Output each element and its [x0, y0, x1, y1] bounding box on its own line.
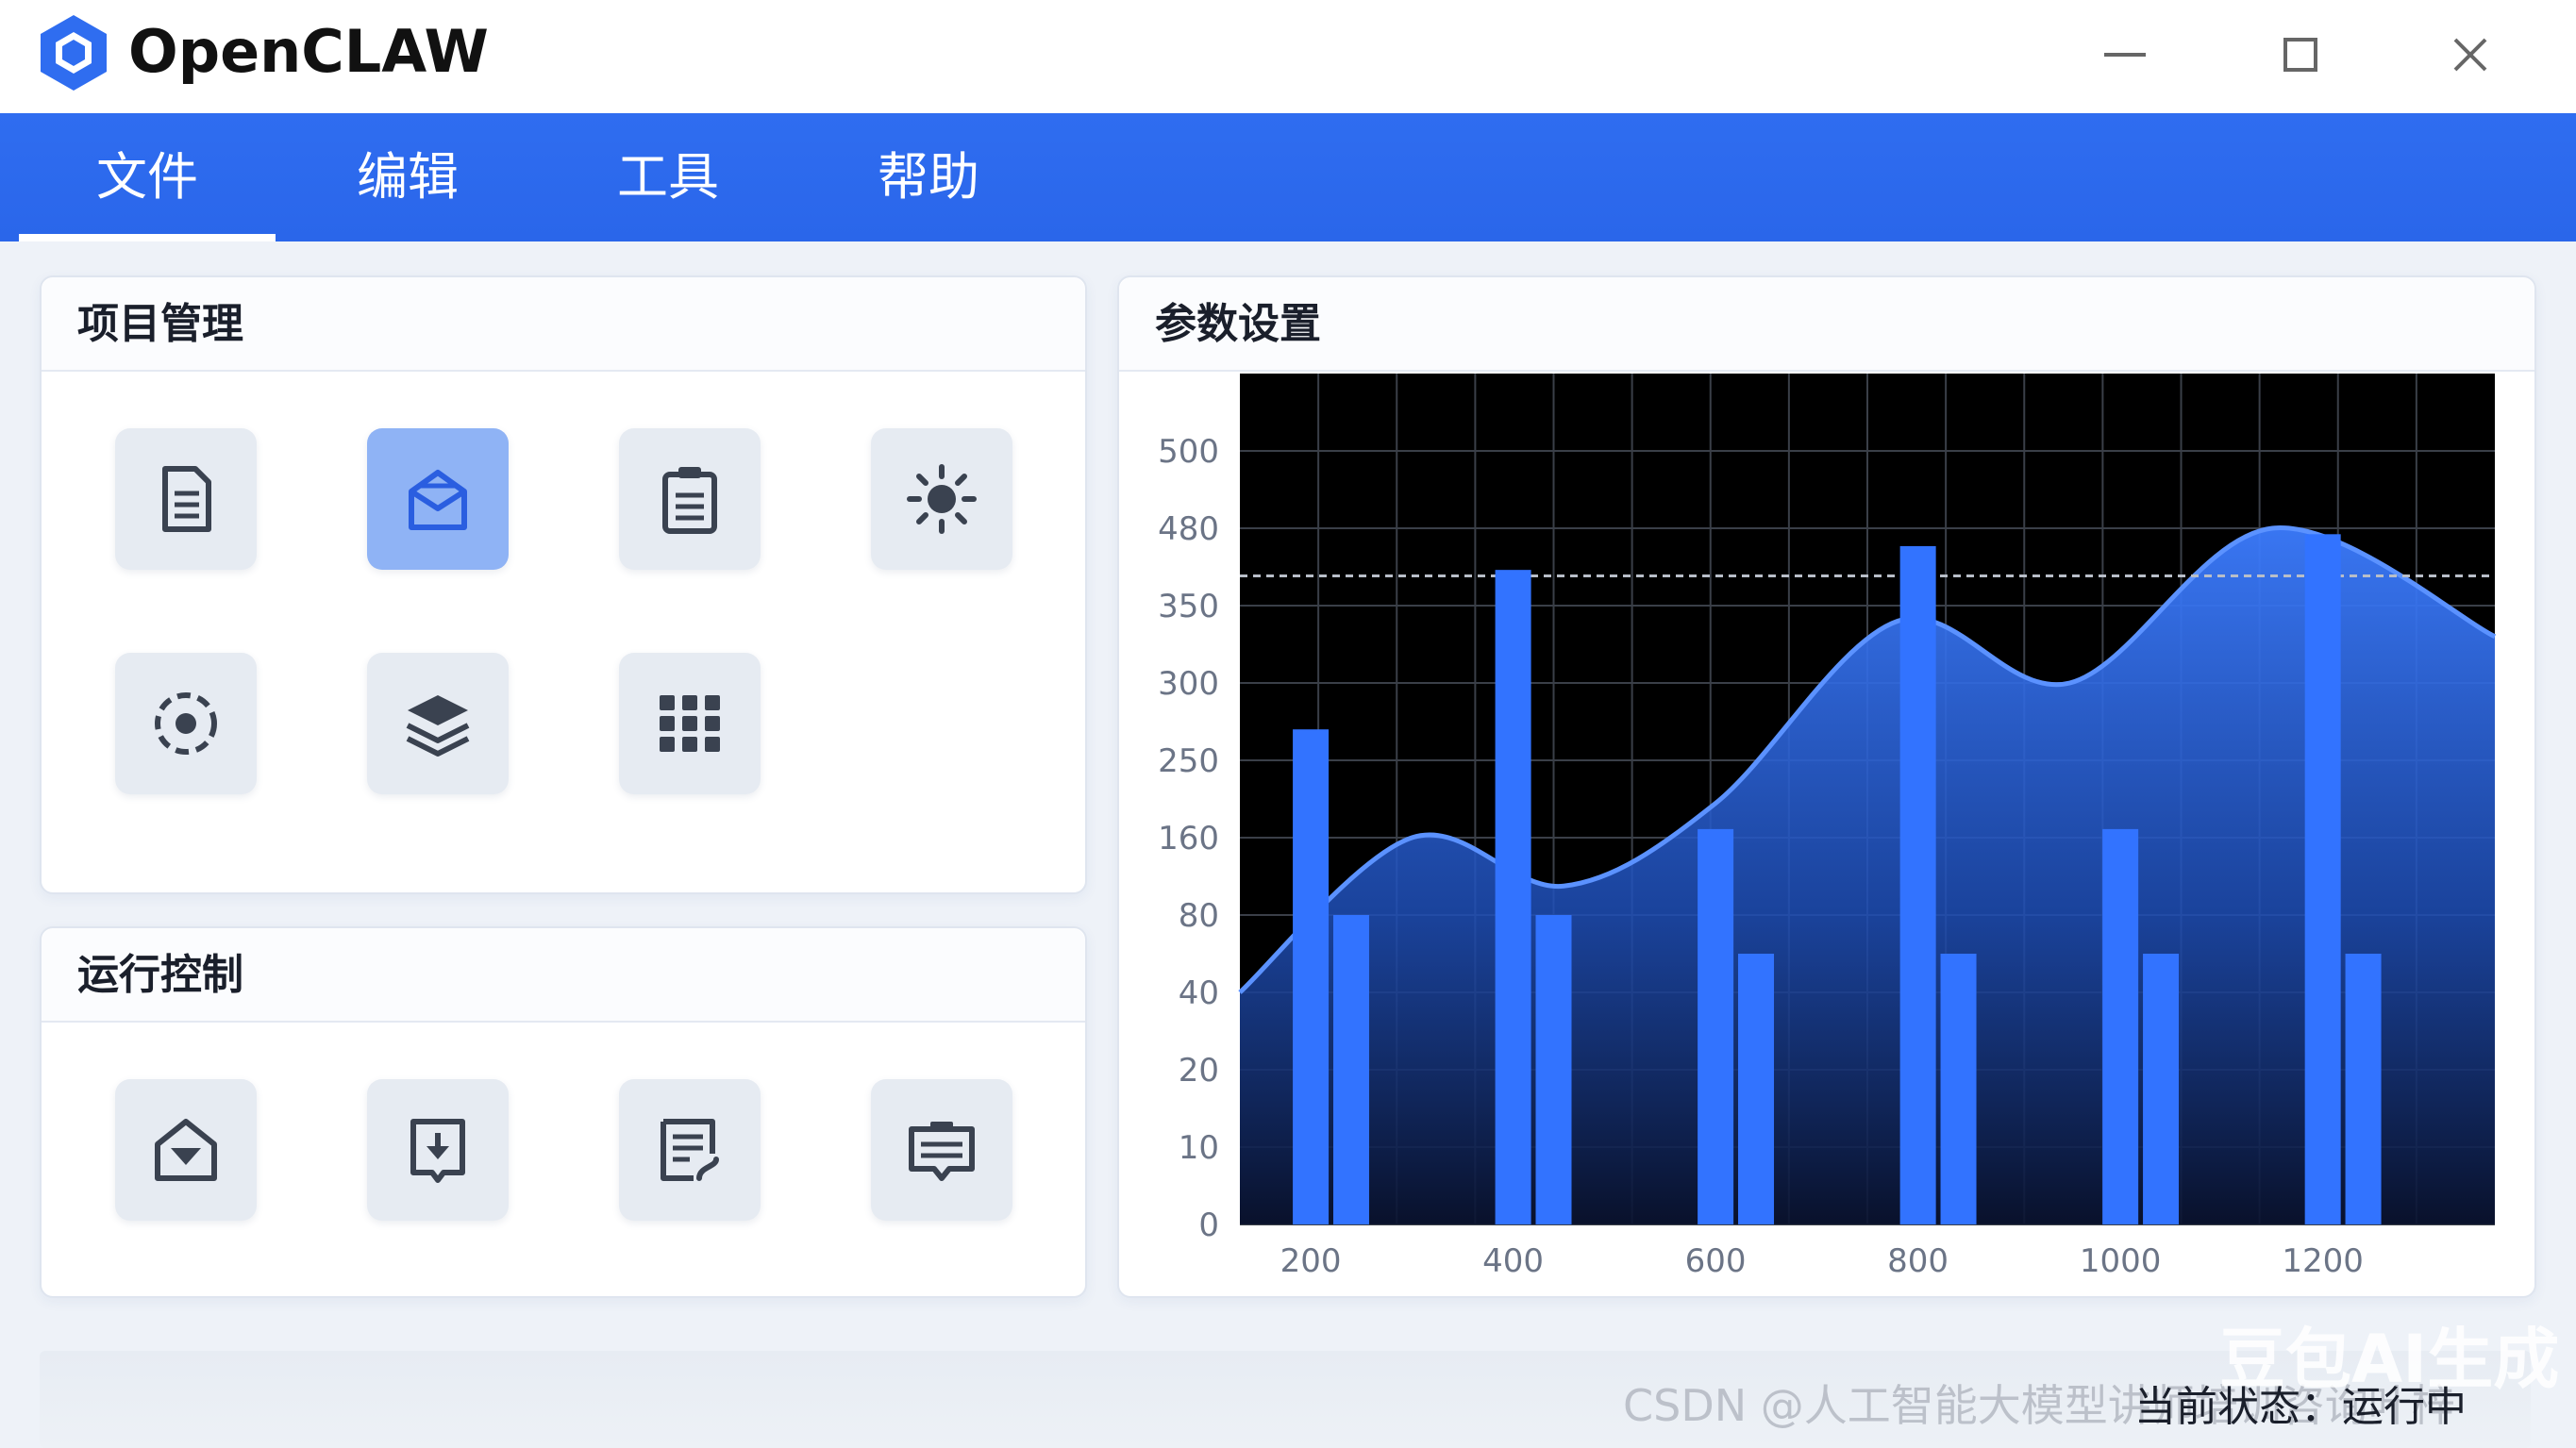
grid-tile[interactable] — [619, 653, 761, 794]
grid-icon — [660, 695, 720, 752]
clipboard-icon — [662, 467, 717, 534]
y-tick-label: 250 — [1158, 742, 1219, 780]
menu-bar: 文件 编辑 工具 帮助 — [0, 113, 2576, 241]
y-tick-label: 480 — [1158, 510, 1219, 548]
y-tick-label: 0 — [1198, 1207, 1219, 1244]
run-panel-header: 运行控制 — [42, 928, 1085, 1023]
y-tick-label: 500 — [1158, 433, 1219, 471]
y-tick-label: 20 — [1179, 1052, 1219, 1090]
x-tick-label: 200 — [1280, 1242, 1342, 1280]
bar — [1738, 954, 1775, 1224]
import-tile[interactable] — [367, 1079, 509, 1221]
home-download-icon — [155, 1119, 217, 1181]
bar — [2143, 954, 2180, 1224]
document-tile[interactable] — [115, 428, 257, 570]
parameter-chart: 500 480 350 300 250 160 80 40 20 10 0 200 400 600 800 1… — [1158, 374, 2497, 1280]
bar — [2304, 534, 2341, 1224]
bar — [2102, 828, 2139, 1224]
minimize-icon[interactable] — [2097, 26, 2153, 83]
maximize-icon[interactable] — [2272, 26, 2329, 83]
x-tick-label: 1000 — [2080, 1242, 2162, 1280]
edit-document-tile[interactable] — [619, 1079, 761, 1221]
edit-document-icon — [661, 1119, 719, 1181]
import-icon — [410, 1119, 465, 1183]
bar — [1899, 545, 1936, 1224]
message-tile[interactable] — [871, 1079, 1012, 1221]
package-icon — [409, 470, 467, 530]
sun-tile[interactable] — [871, 428, 1012, 570]
close-icon[interactable] — [2442, 26, 2499, 83]
clipboard-tile[interactable] — [619, 428, 761, 570]
run-panel: 运行控制 — [40, 926, 1087, 1298]
home-download-tile[interactable] — [115, 1079, 257, 1221]
menu-file[interactable]: 文件 — [19, 113, 276, 241]
x-tick-label: 1200 — [2282, 1242, 2364, 1280]
bar — [1293, 729, 1330, 1224]
bar — [1495, 570, 1531, 1224]
layers-tile[interactable] — [367, 653, 509, 794]
target-tile[interactable] — [115, 653, 257, 794]
document-icon — [162, 466, 211, 532]
x-tick-label: 600 — [1685, 1242, 1747, 1280]
bar — [1535, 915, 1572, 1224]
param-panel: 参数设置 500 480 350 300 250 160 80 40 20 10 0 200 400 60… — [1117, 275, 2536, 1298]
bar — [1332, 915, 1369, 1224]
ai-watermark: 豆包AI生成 — [2219, 1321, 2560, 1398]
project-panel: 项目管理 — [40, 275, 1087, 894]
sun-icon — [907, 464, 977, 534]
y-tick-label: 80 — [1179, 897, 1219, 935]
bar — [1940, 954, 1977, 1224]
y-tick-label: 160 — [1158, 820, 1219, 857]
project-panel-title: 项目管理 — [77, 300, 243, 348]
y-tick-label: 350 — [1158, 588, 1219, 625]
target-icon — [155, 692, 217, 755]
x-tick-label: 400 — [1482, 1242, 1544, 1280]
app-logo-icon — [41, 15, 107, 91]
package-tile[interactable] — [367, 428, 509, 570]
y-tick-label: 300 — [1158, 665, 1219, 703]
menu-help[interactable]: 帮助 — [800, 113, 1057, 241]
bar — [1698, 828, 1734, 1224]
project-panel-header: 项目管理 — [42, 277, 1085, 372]
y-tick-label: 40 — [1179, 974, 1219, 1012]
message-icon — [909, 1122, 975, 1181]
menu-tools[interactable]: 工具 — [540, 113, 796, 241]
bar — [2345, 954, 2382, 1224]
menu-edit[interactable]: 编辑 — [279, 113, 536, 241]
app-title: OpenCLAW — [128, 17, 489, 86]
title-bar: OpenCLAW — [0, 0, 2576, 113]
y-tick-label: 10 — [1179, 1129, 1219, 1167]
x-tick-label: 800 — [1887, 1242, 1949, 1280]
run-panel-title: 运行控制 — [77, 951, 243, 999]
layers-icon — [406, 695, 470, 757]
